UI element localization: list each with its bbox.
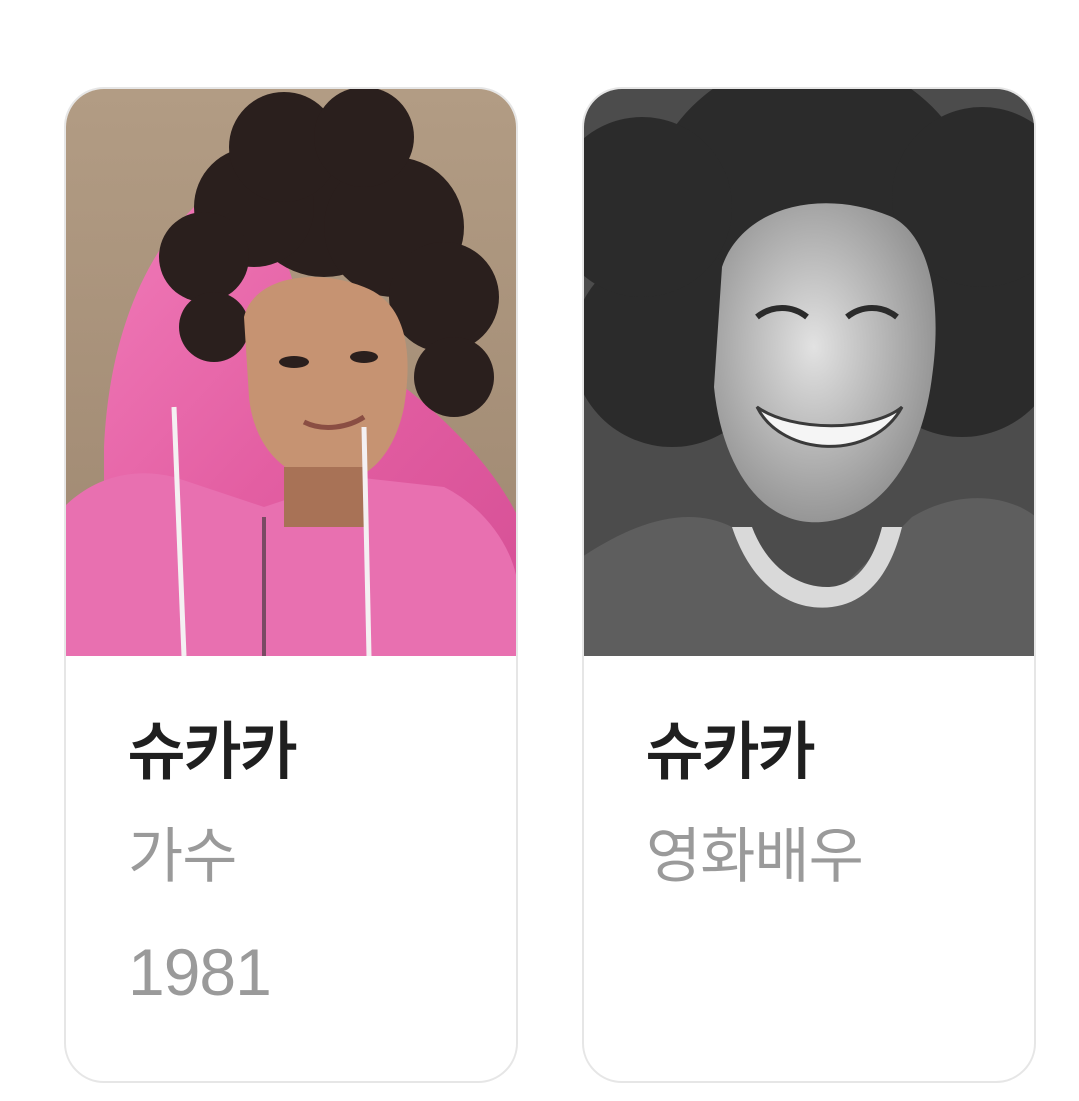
person-occupation: 영화배우 [646, 822, 864, 892]
person-photo-2 [584, 89, 1034, 656]
person-year: 1981 [128, 935, 272, 1009]
person-occupation: 가수 [128, 822, 237, 892]
person-name: 슈카카 [128, 715, 297, 788]
person-card-1[interactable]: 슈카카 가수 1981 [64, 87, 518, 1083]
person-photo-1 [66, 89, 516, 656]
person-name: 슈카카 [646, 715, 815, 788]
person-info-1: 슈카카 가수 1981 [66, 656, 516, 1081]
person-info-2: 슈카카 영화배우 [584, 656, 1034, 1081]
person-card-2[interactable]: 슈카카 영화배우 [582, 87, 1036, 1083]
